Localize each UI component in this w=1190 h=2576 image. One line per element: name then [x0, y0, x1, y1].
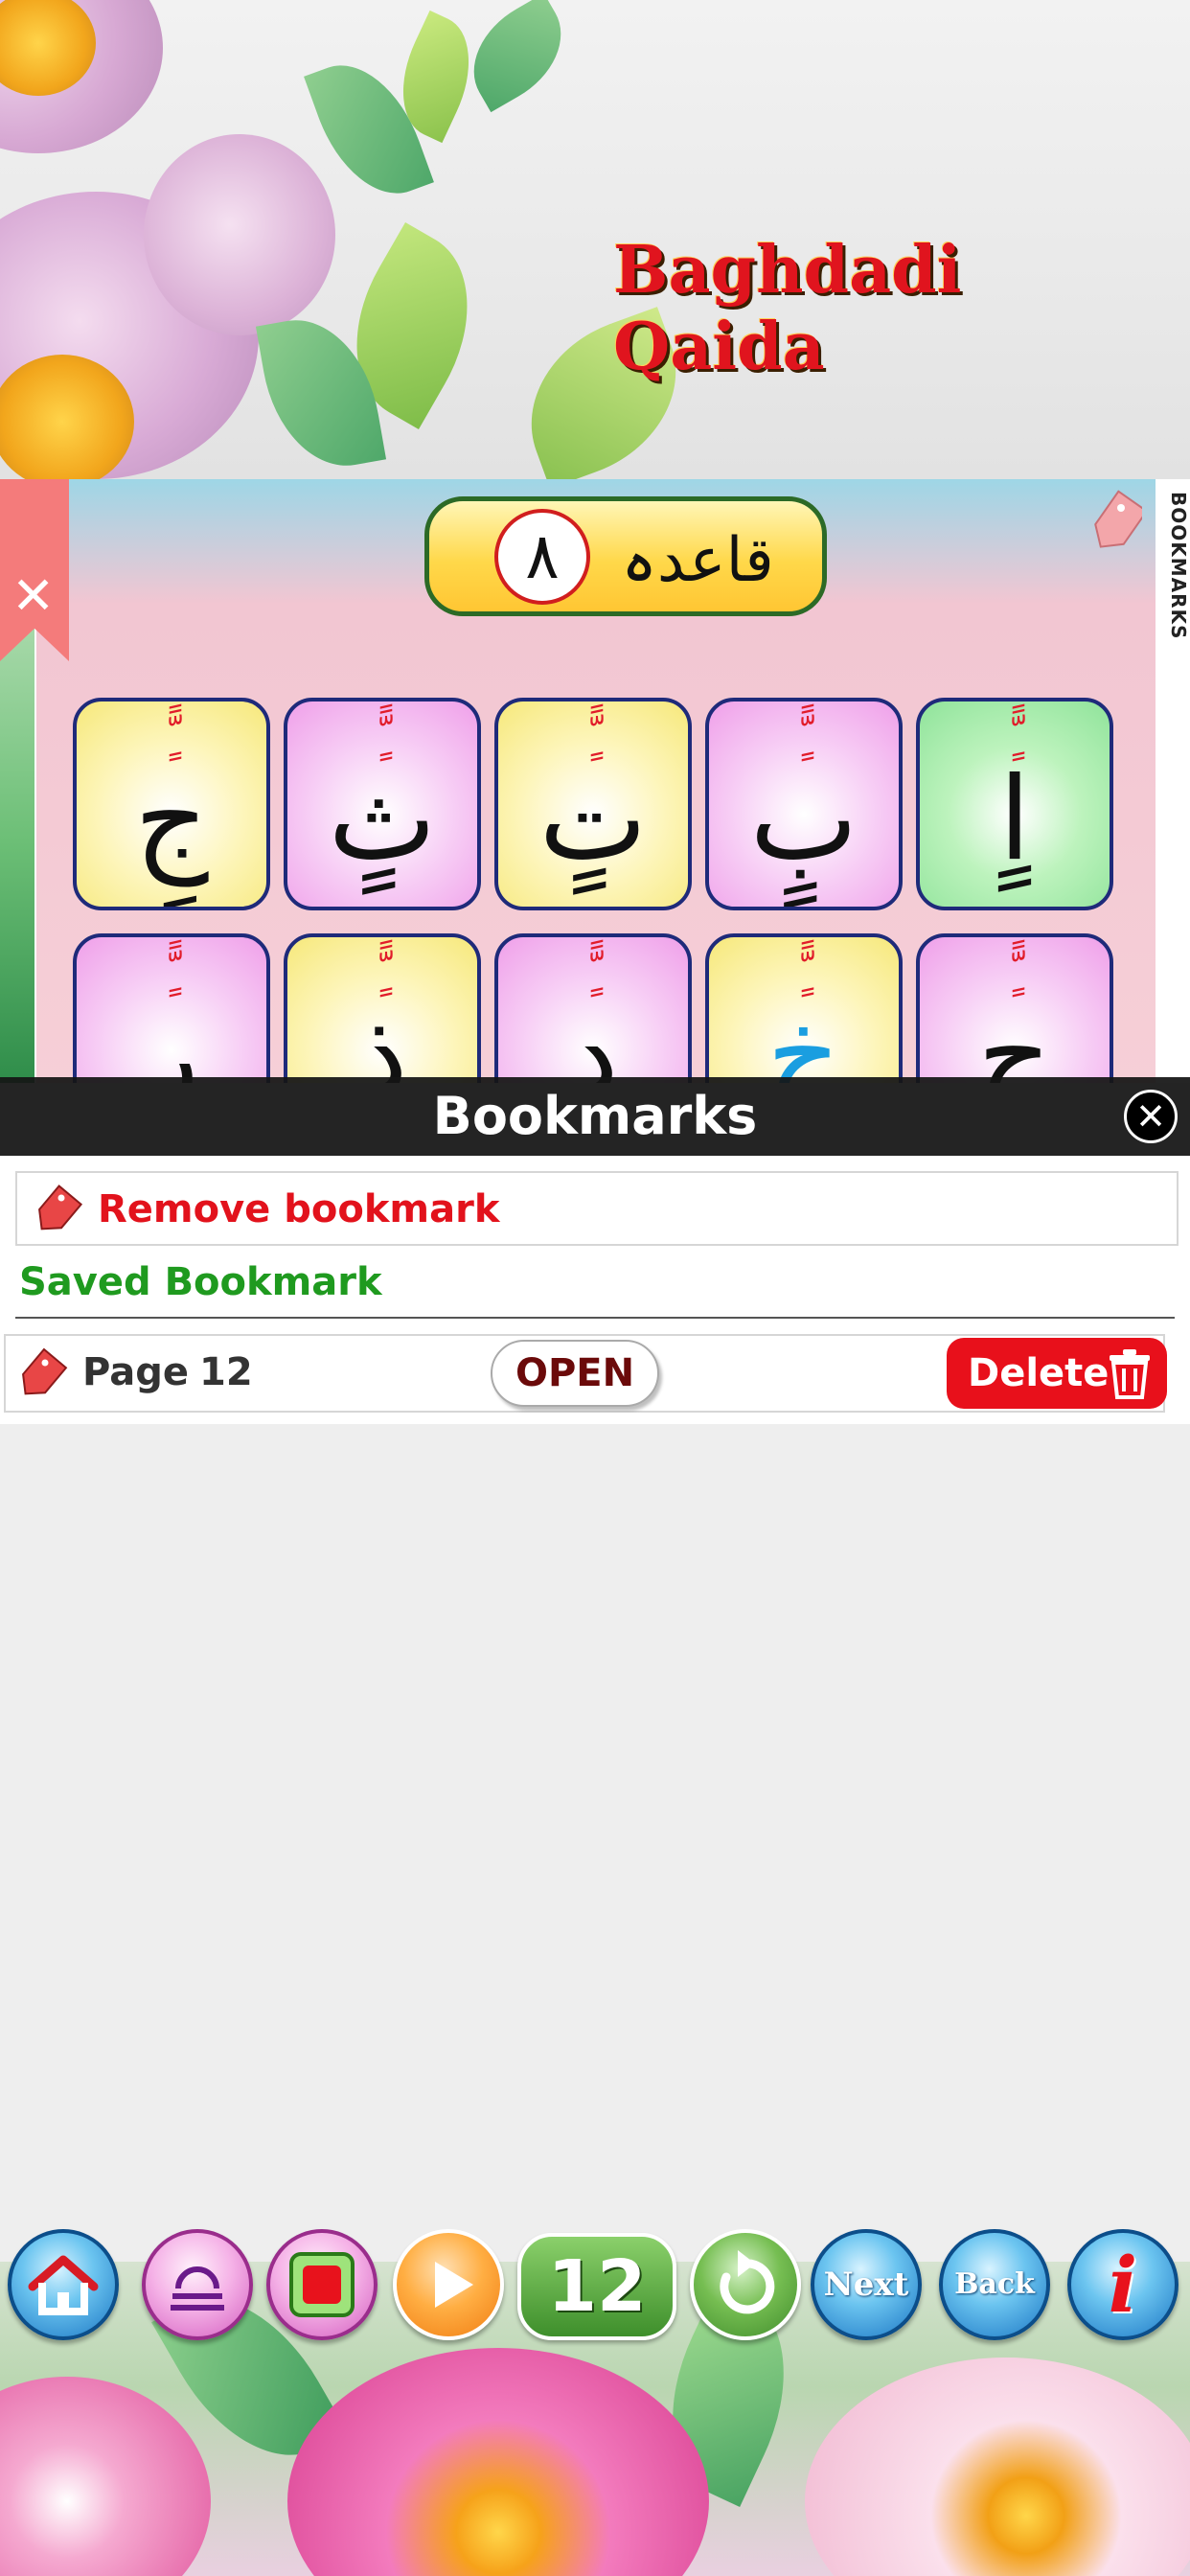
- letter-tile[interactable]: ٍّ ً اٍ: [916, 698, 1113, 910]
- lesson-title-badge: ٨ قاعدہ: [424, 496, 827, 616]
- delete-label: Delete: [968, 1351, 1110, 1395]
- lesson-name: قاعدہ: [621, 525, 774, 596]
- letter-tile[interactable]: ٍّ ً ثٍ: [284, 698, 481, 910]
- lesson-number: ٨: [494, 509, 590, 605]
- letter-tile[interactable]: ٍّ ً خٍ: [705, 933, 903, 1083]
- home-button[interactable]: [8, 2229, 119, 2340]
- stop-button[interactable]: [266, 2229, 378, 2340]
- leaf-decoration: [452, 0, 583, 113]
- lesson-card: ٨ قاعدہ ٍّ ً جٍ ٍّ ً ثٍ ٍّ ً تٍ ٍّ ً بٍ …: [36, 479, 1156, 1083]
- bookmark-tag-icon: [22, 1347, 68, 1395]
- next-button[interactable]: Next: [811, 2229, 922, 2340]
- letter-tile[interactable]: ٍّ ً تٍ: [494, 698, 692, 910]
- header-banner: Baghdadi Qaida: [0, 0, 1190, 479]
- bookmarks-close-button[interactable]: ✕: [1124, 1090, 1178, 1143]
- play-icon: [435, 2262, 473, 2308]
- refresh-icon: [720, 2250, 775, 2314]
- tile-letter: اٍ: [998, 753, 1031, 886]
- delete-bookmark-button[interactable]: Delete: [947, 1338, 1167, 1409]
- open-bookmark-button[interactable]: OPEN: [491, 1340, 659, 1407]
- tile-letter: جٍ: [134, 753, 209, 886]
- close-ribbon-button[interactable]: ✕: [0, 479, 69, 661]
- stop-icon: [289, 2252, 355, 2317]
- play-button[interactable]: [393, 2229, 504, 2340]
- repeat-button[interactable]: [690, 2229, 801, 2340]
- next-label: Next: [823, 2266, 909, 2304]
- tile-letter: خٍ: [767, 989, 841, 1083]
- letter-tile[interactable]: ٍّ ً دٍ: [494, 933, 692, 1083]
- flower-decoration: [0, 2377, 211, 2576]
- bookmarks-side-tab[interactable]: BOOKMARKS: [1157, 479, 1190, 652]
- tile-letter: رٍ: [144, 989, 199, 1083]
- info-icon: i: [1108, 2240, 1138, 2330]
- bookmark-tag-icon: [38, 1184, 83, 1230]
- back-button[interactable]: Back: [939, 2229, 1050, 2340]
- trash-icon: [1110, 1349, 1150, 1399]
- remove-bookmark-label: Remove bookmark: [98, 1187, 500, 1231]
- bookmarks-header-bar: Bookmarks ✕: [0, 1077, 1190, 1156]
- meaning-button[interactable]: [142, 2229, 253, 2340]
- current-page-number: 12: [547, 2245, 647, 2328]
- tile-letter: ثٍ: [328, 753, 437, 886]
- tile-letter: دٍ: [567, 989, 619, 1083]
- close-icon: ✕: [1135, 1095, 1166, 1138]
- tile-letter: حٍ: [977, 989, 1052, 1083]
- flower-decoration: [144, 134, 335, 335]
- qaida-page: ٨ قاعدہ ٍّ ً جٍ ٍّ ً ثٍ ٍّ ً تٍ ٍّ ً بٍ …: [0, 479, 1190, 1083]
- current-page-indicator: 12: [517, 2233, 676, 2340]
- bookmarks-panel: Remove bookmark Saved Bookmark Page 12 O…: [0, 1156, 1190, 1424]
- letter-tile[interactable]: ٍّ ً بٍ: [705, 698, 903, 910]
- home-icon: [28, 2255, 99, 2315]
- tile-letter: تٍ: [538, 753, 648, 886]
- bookmarks-side-tab-label: BOOKMARKS: [1167, 491, 1190, 640]
- letter-tile[interactable]: ٍّ ً جٍ: [73, 698, 270, 910]
- letter-tile[interactable]: ٍّ ً ذٍ: [284, 933, 481, 1083]
- tile-letter: ذٍ: [356, 989, 408, 1083]
- flower-decoration: [287, 2348, 709, 2576]
- saved-bookmark-heading: Saved Bookmark: [19, 1260, 382, 1304]
- bookmarks-title: Bookmarks: [432, 1086, 758, 1146]
- bookmark-page-number: 12: [199, 1350, 253, 1394]
- flower-decoration: [805, 2358, 1190, 2576]
- letter-tile[interactable]: ٍّ ً حٍ: [916, 933, 1113, 1083]
- info-button[interactable]: i: [1067, 2229, 1179, 2340]
- divider: [15, 1317, 1175, 1319]
- app-title: Baghdadi Qaida: [613, 232, 962, 385]
- tile-letter: بٍ: [749, 753, 858, 886]
- bookmark-tag-icon[interactable]: [1083, 489, 1142, 556]
- bookmark-row: Page 12 OPEN Delete: [4, 1334, 1167, 1413]
- letter-tile[interactable]: ٍّ ً رٍ: [73, 933, 270, 1083]
- bookmark-page-label: Page: [82, 1350, 189, 1394]
- scale-icon: [171, 2266, 224, 2311]
- close-icon: ✕: [11, 565, 56, 626]
- back-label: Back: [954, 2267, 1035, 2301]
- remove-bookmark-button[interactable]: Remove bookmark: [15, 1171, 1179, 1246]
